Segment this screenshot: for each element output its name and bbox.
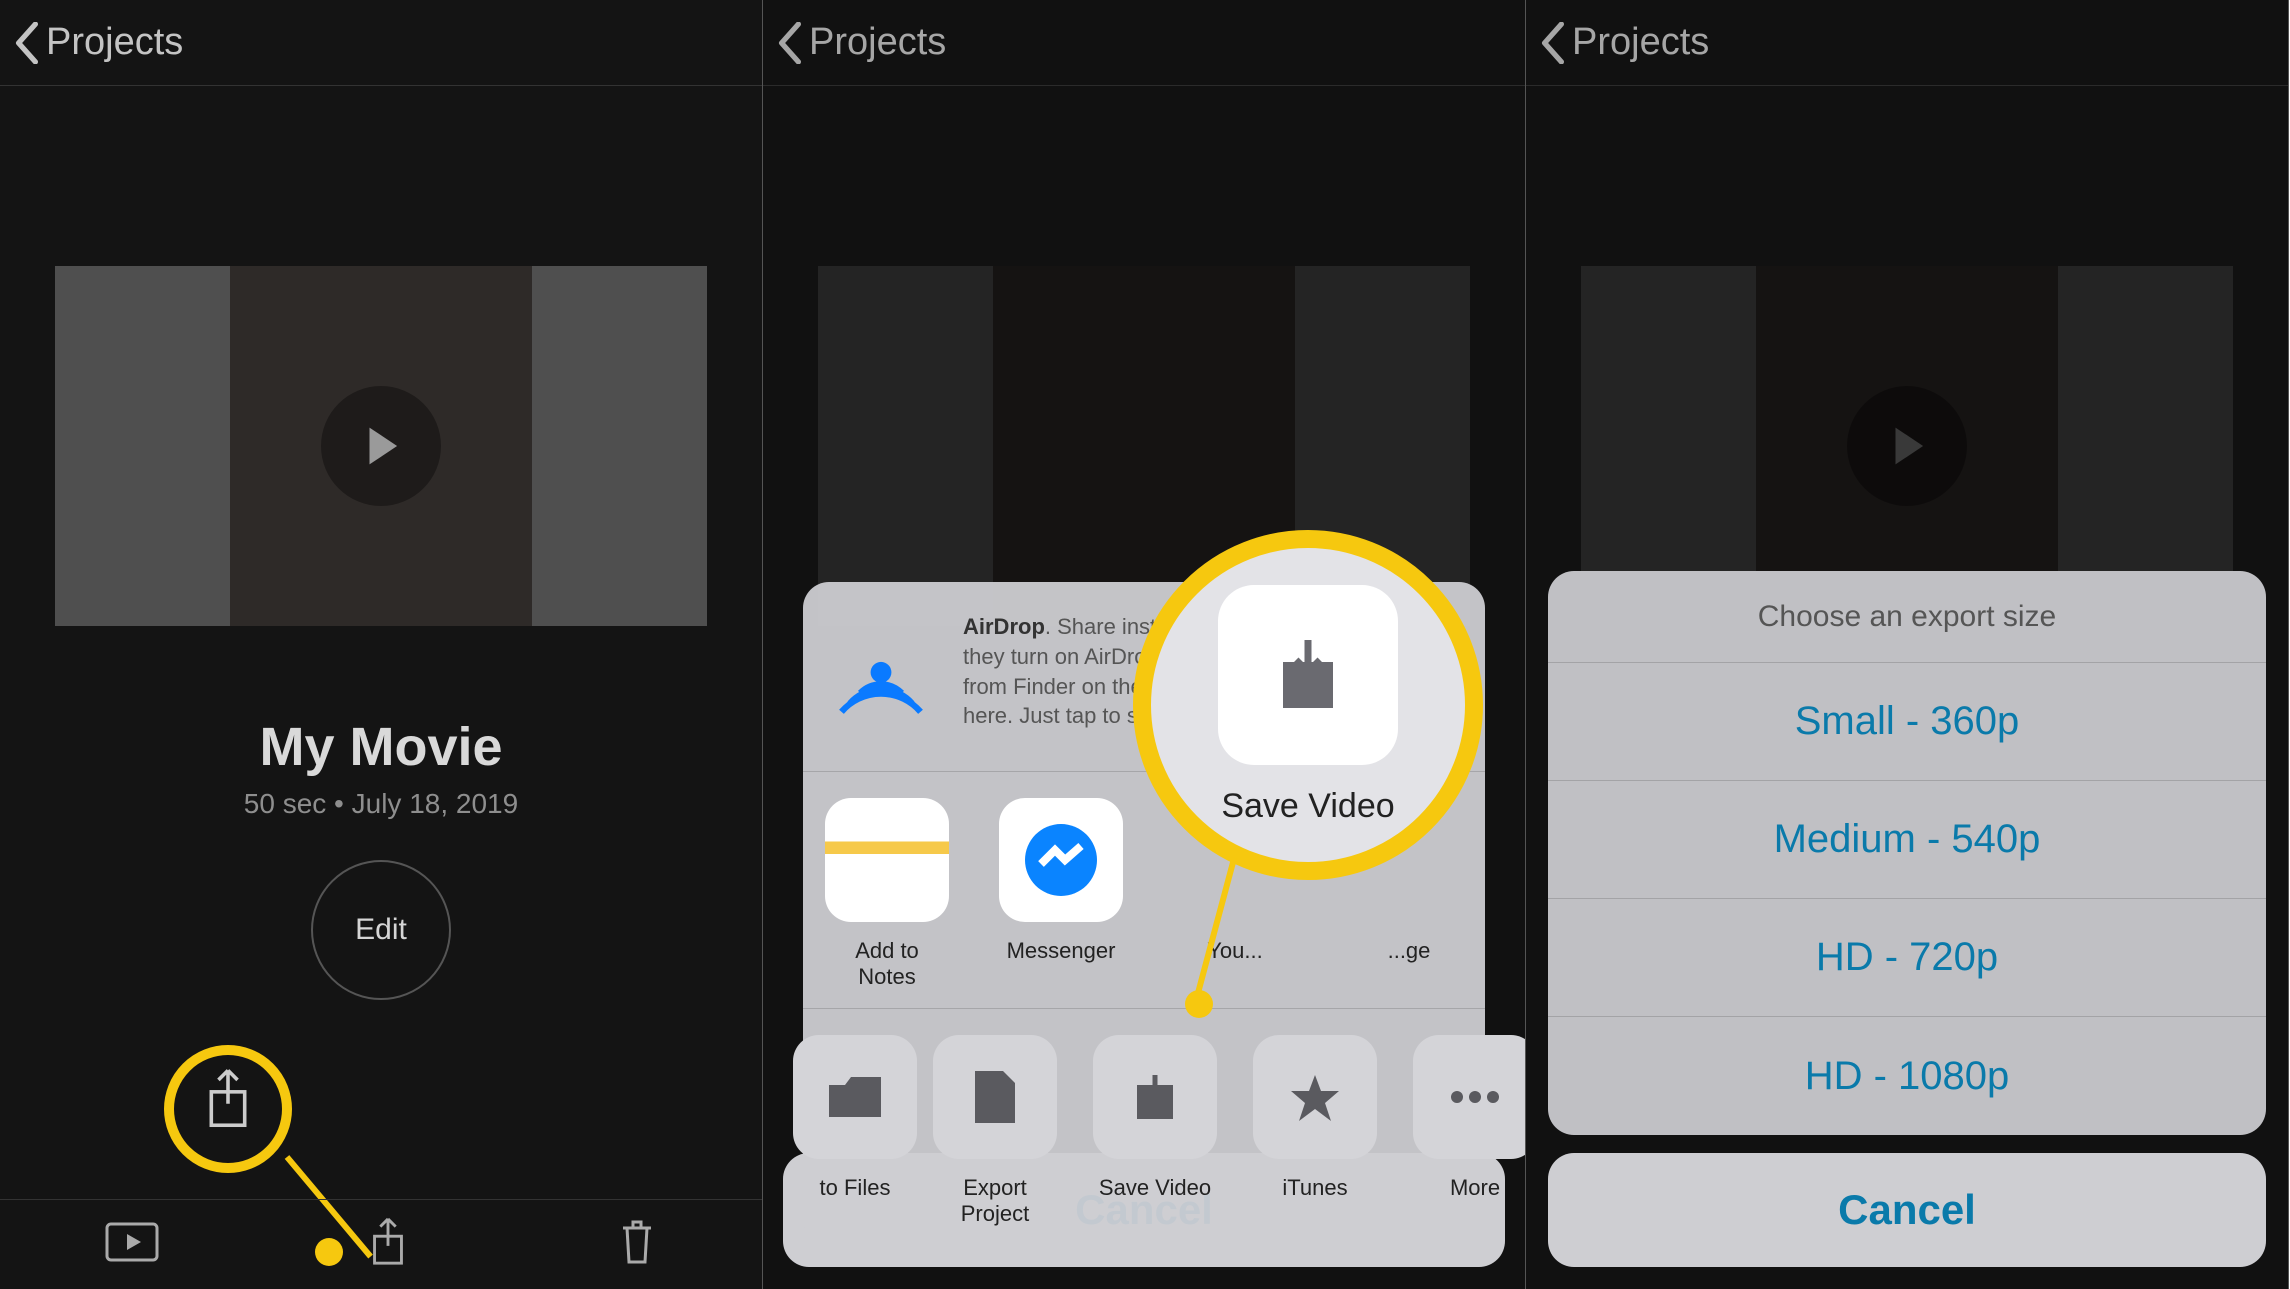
export-option-540p[interactable]: Medium - 540p (1548, 781, 2266, 899)
action-itunes[interactable]: iTunes (1255, 1035, 1375, 1227)
panel-share-sheet: Projects AirDrop. Share instantly with p… (763, 0, 1526, 1289)
share-actions-row: to Files Export Project Save Video (803, 1008, 1485, 1245)
action-save-to-files[interactable]: to Files (815, 1035, 895, 1227)
export-option-720p[interactable]: HD - 720p (1548, 899, 2266, 1017)
app-label: ...ge (1388, 938, 1431, 964)
magnify-label: Save Video (1221, 787, 1394, 826)
back-button-label[interactable]: Projects (46, 21, 183, 64)
action-more[interactable]: More (1415, 1035, 1526, 1227)
app-label: You... (1207, 938, 1262, 964)
folder-icon (793, 1035, 917, 1159)
share-icon[interactable] (368, 1217, 408, 1272)
edit-button[interactable]: Edit (311, 860, 451, 1000)
bottom-toolbar (0, 1199, 762, 1289)
trash-icon[interactable] (617, 1218, 657, 1271)
notes-icon (825, 798, 949, 922)
project-meta: 50 sec • July 18, 2019 (0, 788, 762, 820)
share-sheet-container: AirDrop. Share instantly with people nea… (783, 1135, 1505, 1267)
export-option-360p[interactable]: Small - 360p (1548, 663, 2266, 781)
save-video-icon (1218, 585, 1398, 765)
export-option-1080p[interactable]: HD - 1080p (1548, 1017, 2266, 1135)
file-icon (933, 1035, 1057, 1159)
more-icon (1413, 1035, 1526, 1159)
action-label: iTunes (1282, 1175, 1347, 1201)
action-label: to Files (820, 1175, 891, 1201)
export-sheet: Choose an export size Small - 360p Mediu… (1548, 571, 2266, 1267)
export-header: Choose an export size (1548, 571, 2266, 663)
save-video-icon (1093, 1035, 1217, 1159)
airdrop-icon (829, 612, 933, 731)
play-icon[interactable] (321, 386, 441, 506)
action-export-project[interactable]: Export Project (935, 1035, 1055, 1227)
panel-project-detail: Projects My Movie 50 sec • July 18, 2019… (0, 0, 763, 1289)
action-save-video[interactable]: Save Video (1095, 1035, 1215, 1227)
project-title: My Movie (0, 716, 762, 778)
share-icon[interactable] (203, 1068, 253, 1135)
video-thumbnail[interactable] (55, 266, 707, 626)
app-label: Add to Notes (825, 938, 949, 990)
chevron-left-icon[interactable] (14, 22, 40, 64)
messenger-icon (999, 798, 1123, 922)
export-options-list: Choose an export size Small - 360p Mediu… (1548, 571, 2266, 1135)
star-icon (1253, 1035, 1377, 1159)
panel-export-options: Projects Choose an export size Small - 3… (1526, 0, 2289, 1289)
annotation-magnify: Save Video (1133, 530, 1483, 880)
action-label: Export Project (935, 1175, 1055, 1227)
app-label: Messenger (1007, 938, 1116, 964)
share-app-notes[interactable]: Add to Notes (825, 798, 949, 990)
play-video-icon[interactable] (105, 1222, 159, 1267)
cancel-button[interactable]: Cancel (1548, 1153, 2266, 1267)
action-label: Save Video (1099, 1175, 1211, 1201)
share-app-messenger[interactable]: Messenger (999, 798, 1123, 990)
navbar: Projects (0, 0, 762, 86)
action-label: More (1450, 1175, 1500, 1201)
